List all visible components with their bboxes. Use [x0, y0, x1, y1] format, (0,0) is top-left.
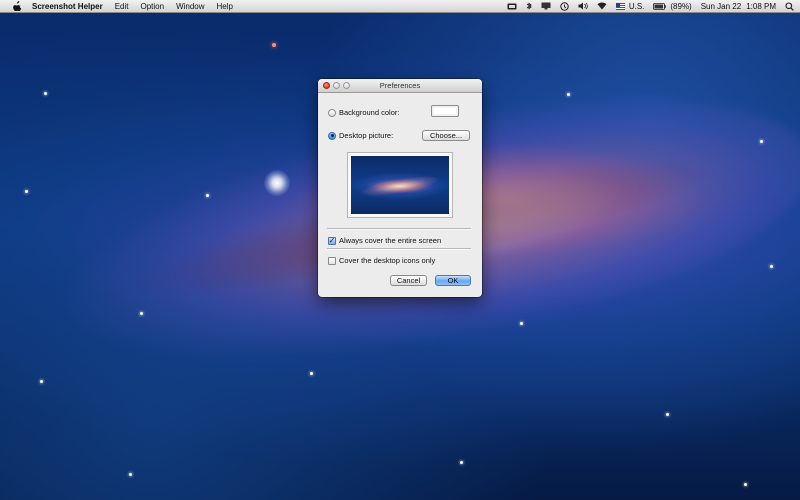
desktop-picture-option[interactable]: Desktop picture: — [328, 131, 393, 140]
input-source-label[interactable]: U.S. — [629, 2, 645, 11]
star — [520, 322, 523, 325]
bright-star — [264, 170, 290, 196]
cover-icons-label: Cover the desktop icons only — [339, 256, 436, 265]
menu-date[interactable]: Sun Jan 22 — [701, 2, 741, 11]
display-icon[interactable] — [541, 2, 551, 10]
menu-time[interactable]: 1:08 PM — [746, 2, 776, 11]
menu-extras: U.S. (89%) Sun Jan 22 1:08 PM — [498, 0, 800, 12]
menu-option[interactable]: Option — [141, 2, 165, 11]
star — [206, 194, 209, 197]
star — [760, 140, 763, 143]
star — [770, 265, 773, 268]
battery-menu-icon[interactable] — [507, 3, 517, 10]
apple-icon[interactable] — [12, 1, 22, 11]
cover-icons-checkbox[interactable] — [328, 256, 336, 265]
always-cover-option[interactable]: ✓ Always cover the entire screen — [328, 236, 441, 245]
menu-window[interactable]: Window — [176, 2, 204, 11]
menu-bar: Screenshot Helper Edit Option Window Hel… — [0, 0, 800, 13]
star — [40, 380, 43, 383]
background-color-well[interactable] — [431, 105, 459, 117]
star — [567, 93, 570, 96]
star — [272, 43, 276, 47]
separator — [327, 228, 471, 230]
preview-galaxy-image — [351, 156, 449, 214]
star — [140, 312, 143, 315]
background-color-option[interactable]: Background color: — [328, 108, 399, 117]
preferences-window: Preferences Background color: Desktop pi… — [318, 79, 482, 297]
battery-icon[interactable] — [653, 2, 667, 10]
spotlight-search-icon[interactable] — [785, 1, 794, 11]
background-color-label: Background color: — [339, 108, 400, 117]
time-machine-icon[interactable] — [560, 1, 569, 11]
star — [310, 372, 313, 375]
star — [44, 92, 47, 95]
background-color-radio[interactable] — [328, 108, 336, 117]
menu-edit[interactable]: Edit — [115, 2, 129, 11]
flag-us-icon[interactable] — [615, 2, 625, 10]
always-cover-checkbox[interactable]: ✓ — [328, 236, 336, 245]
volume-icon[interactable] — [578, 2, 588, 10]
ok-button[interactable]: OK — [435, 275, 471, 286]
star — [25, 190, 28, 193]
desktop-picture-label: Desktop picture: — [339, 131, 394, 140]
wifi-icon[interactable] — [597, 2, 607, 10]
desktop-picture-radio[interactable] — [328, 131, 336, 140]
window-title: Preferences — [379, 81, 421, 90]
menu-help[interactable]: Help — [217, 2, 233, 11]
window-titlebar[interactable]: Preferences — [318, 79, 482, 93]
choose-button[interactable]: Choose... — [422, 130, 470, 141]
battery-percent: (89%) — [670, 1, 692, 11]
star — [744, 483, 747, 486]
menu-app-name[interactable]: Screenshot Helper — [32, 2, 103, 11]
separator — [327, 248, 471, 250]
desktop-picture-preview — [347, 152, 453, 218]
star — [129, 473, 132, 476]
star — [460, 461, 463, 464]
cancel-button[interactable]: Cancel — [390, 275, 427, 286]
bluetooth-icon[interactable] — [526, 2, 532, 11]
star — [666, 413, 669, 416]
always-cover-label: Always cover the entire screen — [339, 236, 442, 245]
cover-icons-option[interactable]: Cover the desktop icons only — [328, 256, 435, 265]
